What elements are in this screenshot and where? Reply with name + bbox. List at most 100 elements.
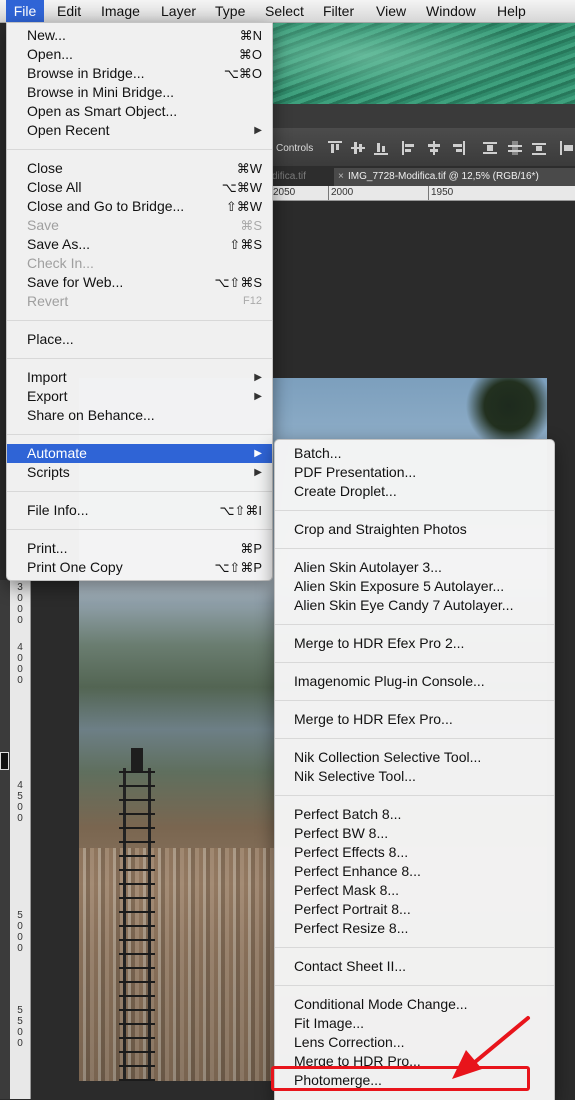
horizontal-ruler: 2050 2000 1950 [270,186,575,201]
submenu-item-perfect-mask[interactable]: Perfect Mask 8... [275,881,554,900]
submenu-item-perfect-enhance[interactable]: Perfect Enhance 8... [275,862,554,881]
submenu-item-hdr-efex-pro-2[interactable]: Merge to HDR Efex Pro 2... [275,634,554,653]
ruler-label: 0 [17,943,23,954]
menu-item-save[interactable]: Save ⌘S [7,216,272,235]
submenu-item-conditional-mode-change[interactable]: Conditional Mode Change... [275,995,554,1014]
menu-filter[interactable]: Filter [323,0,354,22]
submenu-item-perfect-batch[interactable]: Perfect Batch 8... [275,805,554,824]
menu-item-browse-in-bridge[interactable]: Browse in Bridge... ⌥⌘O [7,64,272,83]
menu-layer[interactable]: Layer [161,0,196,22]
submenu-item-perfect-bw[interactable]: Perfect BW 8... [275,824,554,843]
submenu-item-alien-skin-autolayer[interactable]: Alien Skin Autolayer 3... [275,558,554,577]
submenu-item-imagenomic-console[interactable]: Imagenomic Plug-in Console... [275,672,554,691]
submenu-item-fit-image[interactable]: Fit Image... [275,1014,554,1033]
menu-separator [275,985,554,986]
submenu-item-perfect-resize[interactable]: Perfect Resize 8... [275,919,554,938]
photo-tree-foliage [464,378,547,448]
submenu-item-batch[interactable]: Batch... [275,444,554,463]
submenu-item-hdr-efex-pro[interactable]: Merge to HDR Efex Pro... [275,710,554,729]
align-right-icon[interactable] [451,141,465,155]
menu-item-automate[interactable]: Automate ▶ [7,444,272,463]
submenu-item-pdf-presentation[interactable]: PDF Presentation... [275,463,554,482]
submenu-item-perfect-effects[interactable]: Perfect Effects 8... [275,843,554,862]
photomerge-highlight-box [271,1066,530,1091]
menu-view[interactable]: View [376,0,406,22]
menu-separator [275,738,554,739]
align-horizontal-center-icon[interactable] [427,141,441,155]
menu-separator [7,434,272,435]
submenu-item-create-droplet[interactable]: Create Droplet... [275,482,554,501]
align-bottom-icon[interactable] [374,141,388,155]
ruler-label: 5 [17,1016,23,1027]
menu-item-browse-in-mini-bridge[interactable]: Browse in Mini Bridge... [7,83,272,102]
menu-item-export[interactable]: Export ▶ [7,387,272,406]
menu-item-open-recent[interactable]: Open Recent ▶ [7,121,272,140]
ruler-label: 0 [17,921,23,932]
menu-item-scripts[interactable]: Scripts ▶ [7,463,272,482]
ruler-label: 0 [17,615,23,626]
close-tab-icon[interactable]: × [338,168,344,186]
menu-separator [7,320,272,321]
distribute-left-icon[interactable] [559,141,573,155]
menu-help[interactable]: Help [497,0,526,22]
menu-separator [7,529,272,530]
controls-label: Controls [276,143,314,154]
submenu-arrow-icon: ▶ [254,391,262,402]
menu-item-open-as-smart-object[interactable]: Open as Smart Object... [7,102,272,121]
ruler-label: 4 [17,780,23,791]
align-top-icon[interactable] [328,141,342,155]
submenu-item-contact-sheet[interactable]: Contact Sheet II... [275,957,554,976]
menu-edit[interactable]: Edit [57,0,81,22]
ruler-label: 2000 [331,187,354,198]
photo-town [79,848,279,1081]
menu-item-import[interactable]: Import ▶ [7,368,272,387]
photo-antenna-mast [119,768,155,1081]
menu-separator [275,662,554,663]
menu-separator [7,149,272,150]
submenu-item-nik-collection-selective[interactable]: Nik Collection Selective Tool... [275,748,554,767]
menu-item-revert[interactable]: Revert F12 [7,292,272,311]
menu-item-share-on-behance[interactable]: Share on Behance... [7,406,272,425]
menu-item-new[interactable]: New... ⌘N [7,26,272,45]
menu-select[interactable]: Select [265,0,304,22]
submenu-item-crop-and-straighten[interactable]: Crop and Straighten Photos [275,520,554,539]
submenu-item-alien-skin-eye-candy[interactable]: Alien Skin Eye Candy 7 Autolayer... [275,596,554,615]
vertical-ruler: 3 0 0 0 4 0 0 0 4 5 0 0 5 0 0 0 5 5 0 0 [10,580,31,1099]
application-frame-strip [270,104,575,128]
menu-window[interactable]: Window [426,0,476,22]
menu-item-place[interactable]: Place... [7,330,272,349]
align-vertical-center-icon[interactable] [351,141,365,155]
menu-item-close[interactable]: Close ⌘W [7,159,272,178]
distribute-center-icon[interactable] [508,141,522,155]
menu-image[interactable]: Image [101,0,140,22]
menu-item-print[interactable]: Print... ⌘P [7,539,272,558]
submenu-item-nik-selective[interactable]: Nik Selective Tool... [275,767,554,786]
menu-item-close-all[interactable]: Close All ⌥⌘W [7,178,272,197]
menu-file[interactable]: File [6,0,44,22]
menu-item-open[interactable]: Open... ⌘O [7,45,272,64]
menu-type[interactable]: Type [215,0,245,22]
document-tab-active[interactable]: × IMG_7728-Modifica.tif @ 12,5% (RGB/16*… [334,168,575,186]
ruler-label: 5 [17,910,23,921]
ruler-label: 0 [17,653,23,664]
menu-separator [275,624,554,625]
submenu-item-alien-skin-exposure[interactable]: Alien Skin Exposure 5 Autolayer... [275,577,554,596]
document-tab-inactive[interactable]: difica.tif [272,168,306,186]
ruler-label: 0 [17,932,23,943]
menu-item-close-and-go-to-bridge[interactable]: Close and Go to Bridge... ⇧⌘W [7,197,272,216]
distribute-bottom-icon[interactable] [532,141,546,155]
menu-item-file-info[interactable]: File Info... ⌥⇧⌘I [7,501,272,520]
menu-item-print-one-copy[interactable]: Print One Copy ⌥⇧⌘P [7,558,272,577]
ruler-label: 3 [17,582,23,593]
ruler-label: 0 [17,1038,23,1049]
submenu-item-perfect-portrait[interactable]: Perfect Portrait 8... [275,900,554,919]
distribute-top-icon[interactable] [483,141,497,155]
menu-item-save-as[interactable]: Save As... ⇧⌘S [7,235,272,254]
submenu-item-lens-correction[interactable]: Lens Correction... [275,1033,554,1052]
menu-item-save-for-web[interactable]: Save for Web... ⌥⇧⌘S [7,273,272,292]
menu-item-check-in[interactable]: Check In... [7,254,272,273]
ruler-label: 0 [17,1027,23,1038]
foreground-color-swatch[interactable] [0,752,9,770]
document-tab-title: IMG_7728-Modifica.tif @ 12,5% (RGB/16*) [348,171,539,182]
align-left-icon[interactable] [402,141,416,155]
